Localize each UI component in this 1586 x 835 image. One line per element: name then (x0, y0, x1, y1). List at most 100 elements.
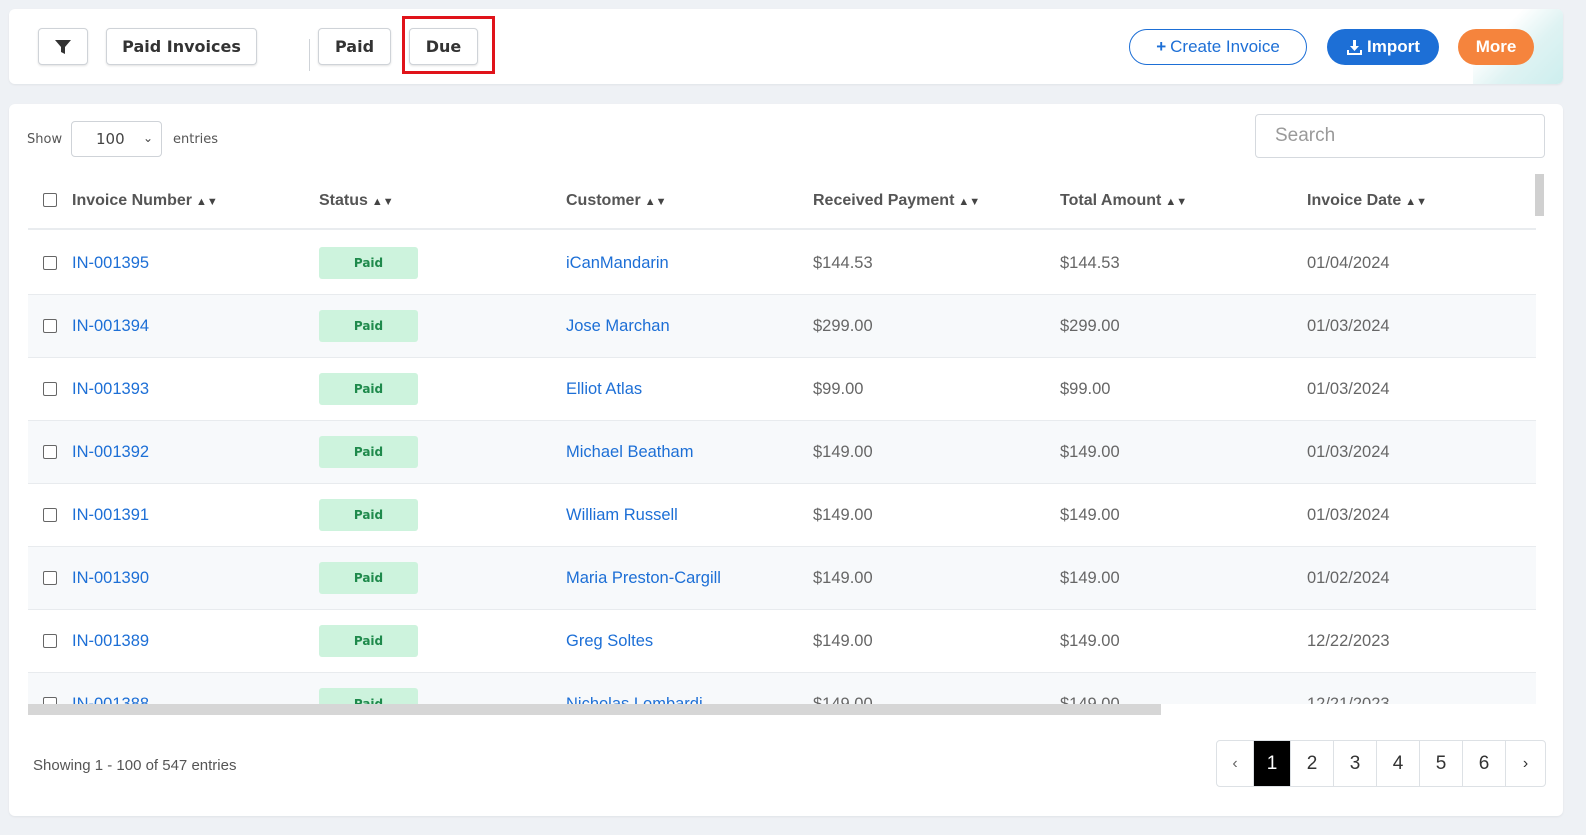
total-amount: $144.53 (1060, 254, 1120, 272)
received-payment: $149.00 (813, 443, 873, 461)
received-payment: $149.00 (813, 506, 873, 524)
page-button-1[interactable]: 1 (1253, 741, 1290, 786)
invoice-date: 01/02/2024 (1307, 569, 1390, 587)
pagination: ‹ 1 2 3 4 5 6 › (1216, 740, 1546, 787)
invoice-date: 12/21/2023 (1307, 695, 1390, 704)
divider (309, 39, 310, 71)
status-badge: Paid (319, 373, 418, 405)
customer-link[interactable]: Maria Preston-Cargill (566, 569, 721, 588)
status-badge: Paid (319, 436, 418, 468)
invoice-number-link[interactable]: IN-001389 (72, 632, 149, 651)
total-amount: $149.00 (1060, 569, 1120, 587)
invoice-number-link[interactable]: IN-001395 (72, 254, 149, 273)
invoice-number-link[interactable]: IN-001393 (72, 380, 149, 399)
total-amount: $299.00 (1060, 317, 1120, 335)
received-payment: $299.00 (813, 317, 873, 335)
invoice-number-link[interactable]: IN-001392 (72, 443, 149, 462)
paid-invoices-button[interactable]: Paid Invoices (106, 28, 257, 65)
toolbar: Paid Invoices Paid Due + Create Invoice … (9, 9, 1563, 84)
highlight-box (402, 16, 495, 74)
page-button-3[interactable]: 3 (1333, 741, 1376, 786)
total-amount: $149.00 (1060, 506, 1120, 524)
invoice-date: 12/22/2023 (1307, 632, 1390, 650)
customer-link[interactable]: iCanMandarin (566, 254, 669, 273)
total-amount: $99.00 (1060, 380, 1111, 398)
entries-label: entries (173, 132, 219, 147)
table-info: Showing 1 - 100 of 547 entries (33, 757, 237, 774)
column-invoice-number[interactable]: Invoice Number ▲▼ (72, 192, 218, 210)
column-total-amount[interactable]: Total Amount ▲▼ (1060, 192, 1187, 210)
more-button[interactable]: More (1458, 29, 1534, 65)
create-invoice-button[interactable]: + Create Invoice (1129, 29, 1307, 65)
page-button-6[interactable]: 6 (1462, 741, 1505, 786)
entries-select[interactable]: 100 ⌄ (71, 121, 162, 157)
sort-icon: ▲▼ (1405, 196, 1428, 208)
table-row: Paid IN-001394 Jose Marchan $299.00 $299.00 0… (28, 295, 1536, 358)
download-icon (1347, 39, 1363, 55)
row-checkbox[interactable] (43, 445, 57, 459)
page-button-5[interactable]: 5 (1419, 741, 1462, 786)
invoice-number-link[interactable]: IN-001388 (72, 695, 149, 704)
search-input[interactable] (1255, 114, 1545, 158)
horizontal-scrollbar[interactable] (28, 704, 1161, 715)
create-invoice-label: Create Invoice (1170, 37, 1280, 56)
column-customer[interactable]: Customer ▲▼ (566, 192, 666, 210)
sort-icon: ▲▼ (371, 196, 394, 208)
invoice-number-link[interactable]: IN-001394 (72, 317, 149, 336)
received-payment: $144.53 (813, 254, 873, 272)
paid-filter-button[interactable]: Paid (318, 28, 391, 65)
status-badge: Paid (319, 562, 418, 594)
column-invoice-date[interactable]: Invoice Date ▲▼ (1307, 192, 1427, 210)
customer-link[interactable]: Elliot Atlas (566, 380, 642, 399)
invoices-table: Invoice Number ▲▼ Status ▲▼ Customer ▲▼ Rec… (28, 174, 1536, 704)
vertical-scrollbar[interactable] (1535, 174, 1544, 216)
status-badge: Paid (319, 247, 418, 279)
row-checkbox[interactable] (43, 697, 57, 704)
row-checkbox[interactable] (43, 319, 57, 333)
sort-icon: ▲▼ (196, 196, 218, 208)
total-amount: $149.00 (1060, 632, 1120, 650)
customer-link[interactable]: Greg Soltes (566, 632, 653, 651)
customer-link[interactable]: William Russell (566, 506, 678, 525)
table-row: Paid IN-001392 Michael Beatham $149.00 $149.… (28, 421, 1536, 484)
table-row: Paid IN-001393 Elliot Atlas $99.00 $99.00 01/… (28, 358, 1536, 421)
table-row: Paid IN-001395 iCanMandarin $144.53 $144.53 0… (28, 232, 1536, 295)
page-next-button[interactable]: › (1505, 741, 1545, 786)
column-status[interactable]: Status ▲▼ (319, 192, 394, 210)
received-payment: $99.00 (813, 380, 864, 398)
table-row: Paid IN-001390 Maria Preston-Cargill $149.0… (28, 547, 1536, 610)
sort-icon: ▲▼ (1165, 196, 1188, 208)
invoice-number-link[interactable]: IN-001391 (72, 506, 149, 525)
customer-link[interactable]: Michael Beatham (566, 443, 693, 462)
page-prev-button[interactable]: ‹ (1217, 741, 1253, 786)
received-payment: $149.00 (813, 632, 873, 650)
chevron-down-icon: ⌄ (142, 131, 153, 145)
customer-link[interactable]: Jose Marchan (566, 317, 670, 336)
table-row: Paid IN-001388 Nicholas Lombardi $149.00 $14… (28, 673, 1536, 704)
show-label: Show (27, 132, 63, 147)
invoice-number-link[interactable]: IN-001390 (72, 569, 149, 588)
column-received-payment[interactable]: Received Payment ▲▼ (813, 192, 980, 210)
row-checkbox[interactable] (43, 571, 57, 585)
status-badge: Paid (319, 499, 418, 531)
row-checkbox[interactable] (43, 508, 57, 522)
page-button-4[interactable]: 4 (1376, 741, 1419, 786)
sort-icon: ▲▼ (958, 196, 981, 208)
table-row: Paid IN-001389 Greg Soltes $149.00 $149.00 12… (28, 610, 1536, 673)
import-button[interactable]: Import (1327, 29, 1439, 65)
table-row: Paid IN-001391 William Russell $149.00 $149.… (28, 484, 1536, 547)
page-button-2[interactable]: 2 (1290, 741, 1333, 786)
row-checkbox[interactable] (43, 634, 57, 648)
select-all-checkbox[interactable] (43, 193, 57, 207)
row-checkbox[interactable] (43, 256, 57, 270)
customer-link[interactable]: Nicholas Lombardi (566, 695, 703, 704)
row-checkbox[interactable] (43, 382, 57, 396)
plus-icon: + (1156, 37, 1167, 56)
invoice-date: 01/03/2024 (1307, 380, 1390, 398)
invoice-date: 01/03/2024 (1307, 317, 1390, 335)
import-label: Import (1367, 37, 1420, 56)
filter-icon (55, 39, 71, 54)
sort-icon: ▲▼ (644, 196, 667, 208)
entries-value: 100 (96, 130, 125, 148)
filter-button[interactable] (38, 28, 88, 65)
